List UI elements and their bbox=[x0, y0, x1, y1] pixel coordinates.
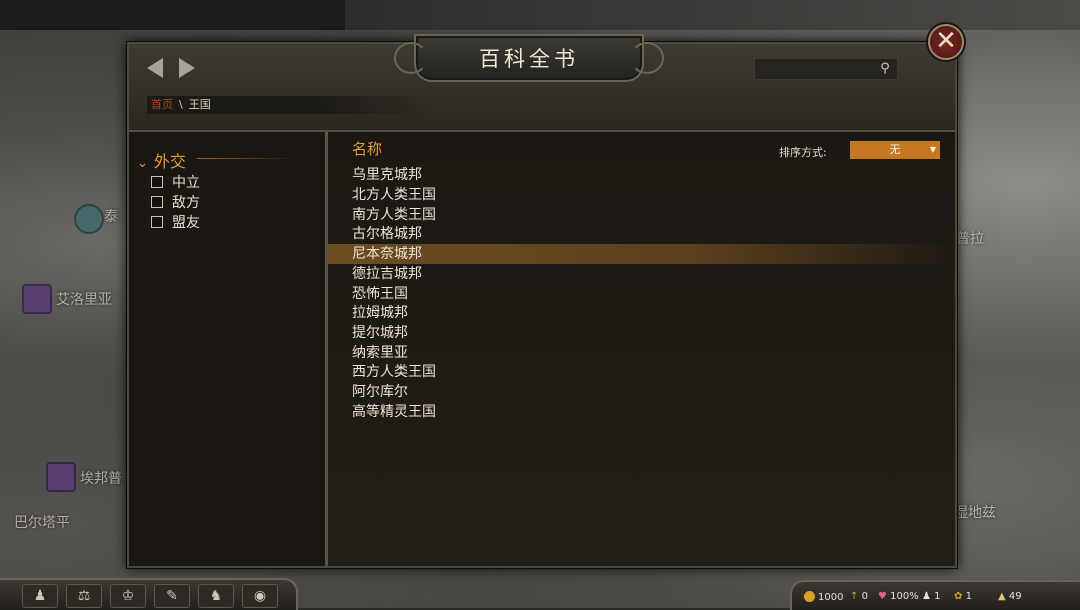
sort-dropdown[interactable]: 无 ▼ bbox=[850, 141, 940, 159]
forward-arrow-icon[interactable] bbox=[179, 58, 195, 78]
food-icon: ✿ bbox=[954, 591, 963, 602]
filter-ally[interactable]: 盟友 bbox=[151, 212, 200, 232]
sort-label: 排序方式: bbox=[779, 146, 827, 159]
search-input[interactable]: ⚲ bbox=[754, 58, 898, 80]
list-item[interactable]: 阿尔库尔 bbox=[328, 382, 955, 402]
list-item[interactable]: 拉姆城邦 bbox=[328, 303, 955, 323]
castle-icon[interactable] bbox=[46, 462, 76, 492]
breadcrumb-separator: \ bbox=[179, 98, 183, 111]
filter-group-label: 外交 bbox=[153, 152, 186, 171]
list-item-selected[interactable]: 尼本奈城邦 bbox=[328, 244, 955, 264]
resource-bar: 1000 ↑ 0 ♥ 100% ♟ 1 ✿ 1 ▲ 49 bbox=[790, 580, 1080, 610]
character-icon[interactable]: ♟ bbox=[22, 584, 58, 608]
filter-label: 敌方 bbox=[172, 195, 200, 211]
inventory-icon[interactable]: ⚖ bbox=[66, 584, 102, 608]
checkbox[interactable] bbox=[151, 216, 163, 228]
breadcrumb-current: 王国 bbox=[188, 98, 211, 111]
top-bar-shadow bbox=[0, 0, 345, 30]
list-item[interactable]: 西方人类王国 bbox=[328, 362, 955, 382]
checkbox[interactable] bbox=[151, 176, 163, 188]
search-icon[interactable]: ⚲ bbox=[877, 61, 893, 77]
troops-stat: ♟ 1 bbox=[922, 591, 941, 602]
bottom-toolbar: ♟ ⚖ ♔ ✎ ♞ ◉ bbox=[0, 578, 298, 610]
gold-stat: 1000 bbox=[804, 591, 843, 603]
map-label: 泰 bbox=[104, 209, 118, 225]
list-item[interactable]: 古尔格城邦 bbox=[328, 224, 955, 244]
list-item[interactable]: 恐怖王国 bbox=[328, 284, 955, 304]
window-header: 百科全书 ⚲ 首页 \ 王国 bbox=[129, 34, 955, 132]
map-label: 巴尔塔平 bbox=[14, 515, 70, 531]
influence-icon: ↑ bbox=[850, 591, 859, 602]
chevron-down-icon: ⌄ bbox=[137, 156, 148, 171]
filter-label: 中立 bbox=[172, 175, 200, 191]
troops-icon: ♟ bbox=[922, 591, 931, 602]
filter-enemy[interactable]: 敌方 bbox=[151, 192, 200, 212]
list-item[interactable]: 乌里克城邦 bbox=[328, 165, 955, 185]
influence-value: 0 bbox=[861, 591, 868, 602]
divider bbox=[197, 158, 297, 159]
troops-value: 1 bbox=[934, 591, 941, 602]
settlement-icon[interactable] bbox=[74, 204, 104, 234]
close-button[interactable]: ✕ bbox=[928, 24, 964, 60]
clan-icon[interactable]: ♞ bbox=[198, 584, 234, 608]
list-item[interactable]: 提尔城邦 bbox=[328, 323, 955, 343]
map-label: 埃邦普 bbox=[80, 471, 122, 487]
list-item[interactable]: 纳索里亚 bbox=[328, 343, 955, 363]
window-title: 百科全书 bbox=[394, 34, 664, 82]
breadcrumb-home-link[interactable]: 首页 bbox=[151, 98, 173, 111]
map-label: 湿地兹 bbox=[954, 505, 996, 521]
health-stat: ♥ 100% bbox=[878, 591, 919, 602]
castle-icon[interactable] bbox=[22, 284, 52, 314]
filter-label: 盟友 bbox=[172, 215, 200, 231]
sort-value: 无 bbox=[889, 143, 901, 156]
kingdom-list: 名称 排序方式: 无 ▼ 乌里克城邦 北方人类王国 南方人类王国 古尔格城邦 尼… bbox=[328, 132, 955, 566]
top-bar-map-strip bbox=[345, 0, 1080, 30]
encyclopedia-window: 百科全书 ⚲ 首页 \ 王国 ⌄ 外交 中立 敌方 盟友 名称 排序方式: 无 ▼ 乌… bbox=[127, 34, 957, 568]
gold-icon bbox=[804, 591, 815, 602]
map-label: 普拉 bbox=[956, 231, 984, 247]
food-value: 1 bbox=[965, 591, 972, 602]
kingdom-icon[interactable]: ◉ bbox=[242, 584, 278, 608]
list-item[interactable]: 北方人类王国 bbox=[328, 185, 955, 205]
party-icon[interactable]: ♔ bbox=[110, 584, 146, 608]
column-header-name[interactable]: 名称 bbox=[352, 138, 382, 159]
party-size-icon: ▲ bbox=[998, 591, 1006, 602]
breadcrumb: 首页 \ 王国 bbox=[147, 96, 431, 114]
list-item[interactable]: 德拉吉城邦 bbox=[328, 264, 955, 284]
health-value: 100% bbox=[890, 591, 919, 602]
map-label: 艾洛里亚 bbox=[56, 292, 112, 308]
party-size-value: 49 bbox=[1008, 591, 1022, 602]
food-stat: ✿ 1 bbox=[954, 591, 972, 602]
caret-down-icon: ▼ bbox=[929, 145, 936, 154]
list-item[interactable]: 高等精灵王国 bbox=[328, 402, 955, 422]
back-arrow-icon[interactable] bbox=[147, 58, 163, 78]
checkbox[interactable] bbox=[151, 196, 163, 208]
filter-neutral[interactable]: 中立 bbox=[151, 172, 200, 192]
heart-icon: ♥ bbox=[878, 591, 887, 602]
quest-icon[interactable]: ✎ bbox=[154, 584, 190, 608]
gold-value: 1000 bbox=[818, 592, 844, 603]
influence-stat: ↑ 0 bbox=[850, 591, 868, 602]
filter-sidebar: ⌄ 外交 中立 敌方 盟友 bbox=[129, 132, 328, 566]
party-size-stat: ▲ 49 bbox=[998, 591, 1022, 602]
list-item[interactable]: 南方人类王国 bbox=[328, 205, 955, 225]
